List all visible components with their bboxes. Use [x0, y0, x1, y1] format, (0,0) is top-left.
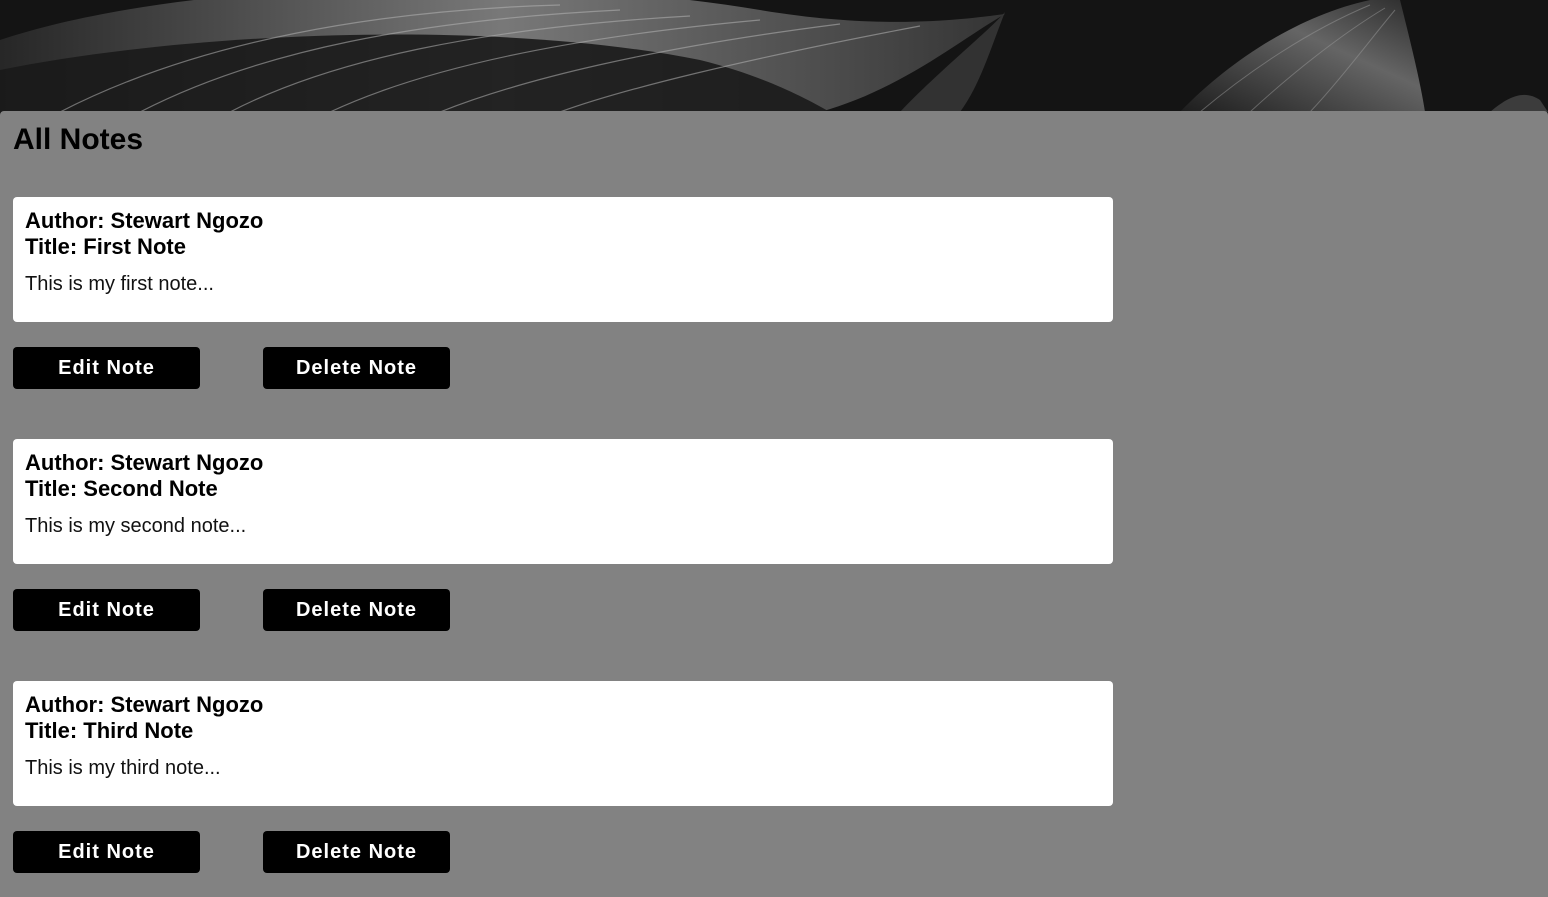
- notes-panel: All Notes Author: Stewart Ngozo Title: F…: [0, 111, 1548, 897]
- note-item: Author: Stewart Ngozo Title: First Note …: [13, 197, 1113, 389]
- edit-note-button[interactable]: Edit Note: [13, 831, 200, 873]
- leaf-pattern-image: [0, 0, 1548, 112]
- note-author: Author: Stewart Ngozo: [25, 450, 264, 475]
- edit-note-button[interactable]: Edit Note: [13, 347, 200, 389]
- note-author: Author: Stewart Ngozo: [25, 692, 264, 717]
- note-title: Title: Third Note: [25, 718, 194, 743]
- note-actions: Edit Note Delete Note: [13, 831, 1113, 873]
- note-card: Author: Stewart Ngozo Title: Second Note…: [13, 439, 1113, 564]
- note-body: This is my third note...: [25, 757, 221, 779]
- edit-note-button[interactable]: Edit Note: [13, 589, 200, 631]
- delete-note-button[interactable]: Delete Note: [263, 831, 450, 873]
- note-card: Author: Stewart Ngozo Title: First Note …: [13, 197, 1113, 322]
- note-title: Title: First Note: [25, 234, 186, 259]
- note-actions: Edit Note Delete Note: [13, 347, 1113, 389]
- note-title: Title: Second Note: [25, 476, 218, 501]
- note-author: Author: Stewart Ngozo: [25, 208, 264, 233]
- delete-note-button[interactable]: Delete Note: [263, 589, 450, 631]
- note-actions: Edit Note Delete Note: [13, 589, 1113, 631]
- note-item: Author: Stewart Ngozo Title: Third Note …: [13, 681, 1113, 873]
- note-body: This is my second note...: [25, 515, 247, 537]
- page-title: All Notes: [13, 123, 144, 156]
- note-card: Author: Stewart Ngozo Title: Third Note …: [13, 681, 1113, 806]
- note-item: Author: Stewart Ngozo Title: Second Note…: [13, 439, 1113, 631]
- header-banner-image: [0, 0, 1548, 112]
- delete-note-button[interactable]: Delete Note: [263, 347, 450, 389]
- note-body: This is my first note...: [25, 273, 214, 295]
